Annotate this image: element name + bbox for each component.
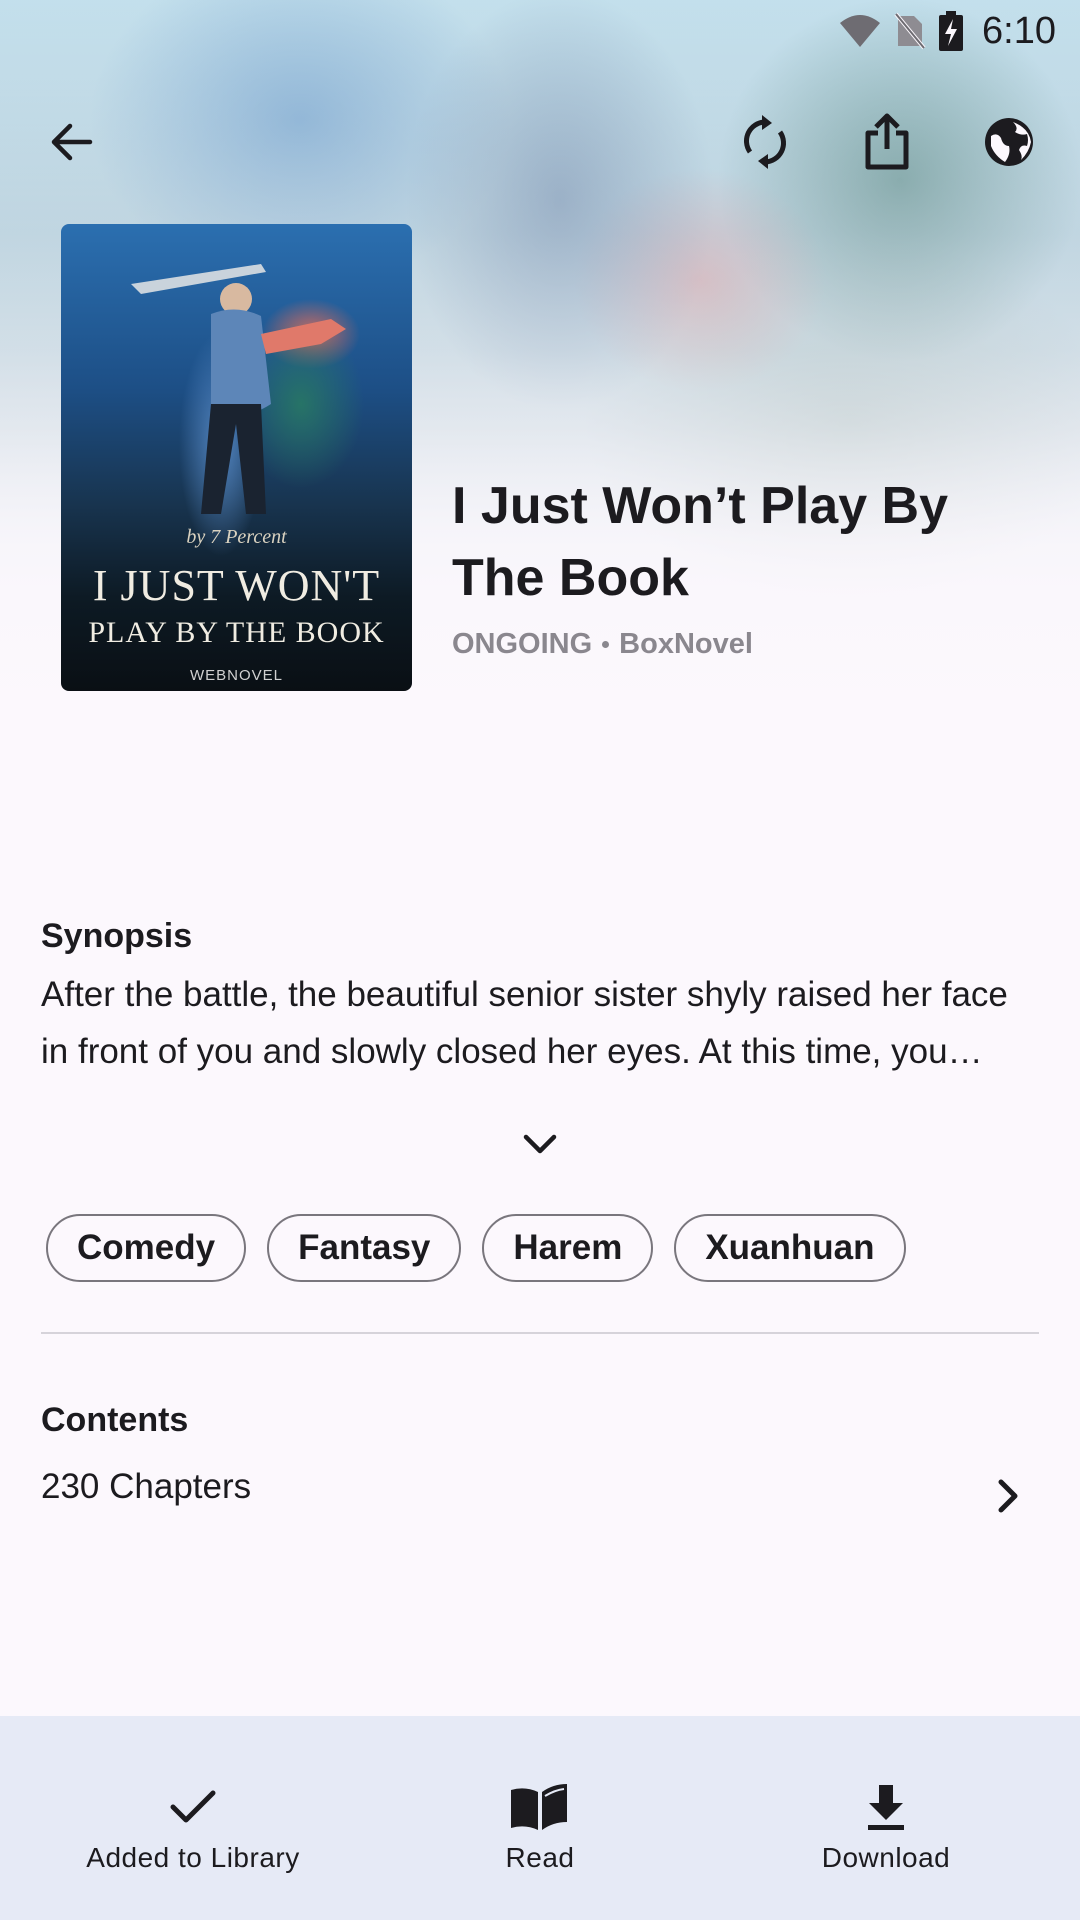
book-title: I Just Won’t Play By The Book (452, 477, 949, 607)
book-status: ONGOING (452, 628, 593, 660)
meta-separator-dot (602, 641, 610, 648)
download-label: Download (821, 1842, 951, 1873)
refresh-button[interactable] (723, 100, 807, 184)
webview-button[interactable] (967, 100, 1051, 184)
genre-chip[interactable]: Comedy (46, 1214, 247, 1282)
book-open-icon (509, 1780, 571, 1834)
status-time: 6:10 (982, 9, 1056, 52)
genre-chip[interactable]: Fantasy (267, 1214, 462, 1282)
expand-synopsis-button[interactable] (510, 1120, 570, 1170)
status-bar: 6:10 (0, 0, 1080, 62)
share-button[interactable] (845, 100, 929, 184)
genre-chips: Comedy Fantasy Harem Xuanhuan (46, 1214, 906, 1282)
read-label: Read (505, 1842, 575, 1873)
library-button[interactable]: Added to Library (13, 1716, 373, 1920)
globe-icon (985, 118, 1033, 166)
check-icon (169, 1780, 217, 1834)
cover-title-line1: I JUST WON'T (92, 561, 381, 610)
synopsis-heading: Synopsis (41, 917, 193, 955)
cover-author: by 7 Percent (186, 526, 287, 548)
wifi-icon (840, 15, 881, 47)
contents-heading: Contents (41, 1401, 189, 1439)
share-icon (865, 113, 909, 170)
chevron-right-icon (986, 1473, 1032, 1519)
cover-publisher: WEBNOVEL (189, 667, 284, 684)
chevron-down-icon (523, 1134, 557, 1154)
book-source[interactable]: BoxNovel (619, 628, 753, 661)
contents-row[interactable]: 230 Chapters (0, 1455, 1080, 1535)
cover-title-line2: PLAY BY THE BOOK (88, 616, 385, 649)
bottom-action-bar: Added to Library Read Download (0, 1716, 1080, 1920)
library-label: Added to Library (86, 1842, 300, 1873)
no-sim-icon (894, 12, 926, 50)
read-button[interactable]: Read (360, 1716, 720, 1920)
book-cover[interactable]: by 7 Percent I JUST WON'T PLAY BY THE BO… (61, 224, 412, 691)
genre-chip[interactable]: Harem (482, 1214, 654, 1282)
cover-figure (131, 264, 346, 514)
top-app-bar (0, 100, 1080, 184)
download-button[interactable]: Download (706, 1716, 1066, 1920)
back-button[interactable] (30, 100, 114, 184)
chapter-count: 230 Chapters (41, 1467, 252, 1506)
download-icon (865, 1780, 907, 1834)
back-arrow-icon (51, 123, 93, 161)
book-meta: ONGOING BoxNovel (452, 628, 753, 661)
refresh-icon (744, 115, 786, 169)
genre-chip[interactable]: Xuanhuan (674, 1214, 906, 1282)
divider (41, 1332, 1039, 1334)
battery-charging-icon (939, 11, 964, 51)
